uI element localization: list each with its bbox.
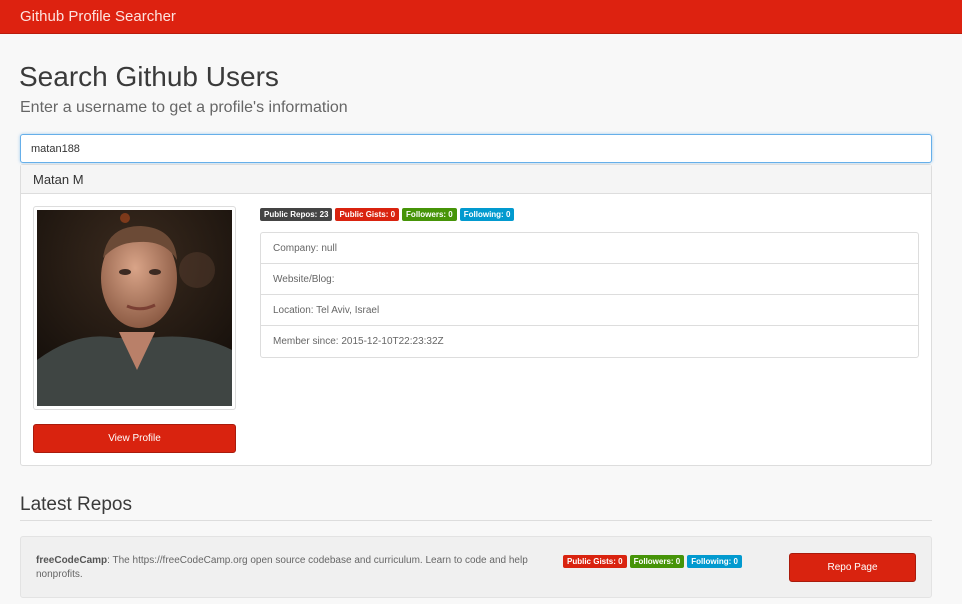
- profile-info-list: Company: null Website/Blog: Location: Te…: [260, 232, 919, 358]
- repo-badges: Public Gists: 0 Followers: 0 Following: …: [563, 555, 745, 568]
- username-search-input[interactable]: [20, 134, 932, 163]
- repo-following-badge: Following: 0: [687, 555, 742, 568]
- latest-repos-heading: Latest Repos: [20, 494, 132, 515]
- avatar-image: [37, 210, 232, 406]
- public-gists-badge: Public Gists: 0: [335, 208, 400, 221]
- repo-item: freeCodeCamp: The https://freeCodeCamp.o…: [20, 536, 932, 598]
- page-subtitle: Enter a username to get a profile's info…: [20, 99, 348, 116]
- website-item: Website/Blog:: [261, 264, 918, 295]
- view-profile-button[interactable]: View Profile: [33, 424, 236, 453]
- divider: [20, 520, 932, 521]
- public-repos-badge: Public Repos: 23: [260, 208, 333, 221]
- navbar-brand[interactable]: Github Profile Searcher: [20, 8, 176, 25]
- company-item: Company: null: [261, 233, 918, 264]
- repo-followers-badge: Followers: 0: [629, 555, 685, 568]
- profile-badges: Public Repos: 23 Public Gists: 0 Followe…: [260, 208, 517, 221]
- repo-public-gists-badge: Public Gists: 0: [563, 555, 627, 568]
- profile-panel-heading: Matan M: [21, 165, 931, 194]
- avatar: [33, 206, 236, 410]
- repo-name: freeCodeCamp: [36, 555, 108, 566]
- profile-name: Matan M: [33, 172, 84, 187]
- repo-description-text: : The https://freeCodeCamp.org open sour…: [36, 555, 528, 580]
- page-title: Search Github Users: [19, 61, 279, 92]
- profile-panel: Matan M View Profile Public Repos: 23 Pu…: [20, 164, 932, 466]
- location-item: Location: Tel Aviv, Israel: [261, 295, 918, 326]
- following-badge: Following: 0: [459, 208, 515, 221]
- navbar: Github Profile Searcher: [0, 0, 962, 34]
- followers-badge: Followers: 0: [402, 208, 457, 221]
- repo-description: freeCodeCamp: The https://freeCodeCamp.o…: [36, 554, 541, 582]
- repo-page-button[interactable]: Repo Page: [789, 553, 916, 582]
- member-since-item: Member since: 2015-12-10T22:23:32Z: [273, 336, 444, 347]
